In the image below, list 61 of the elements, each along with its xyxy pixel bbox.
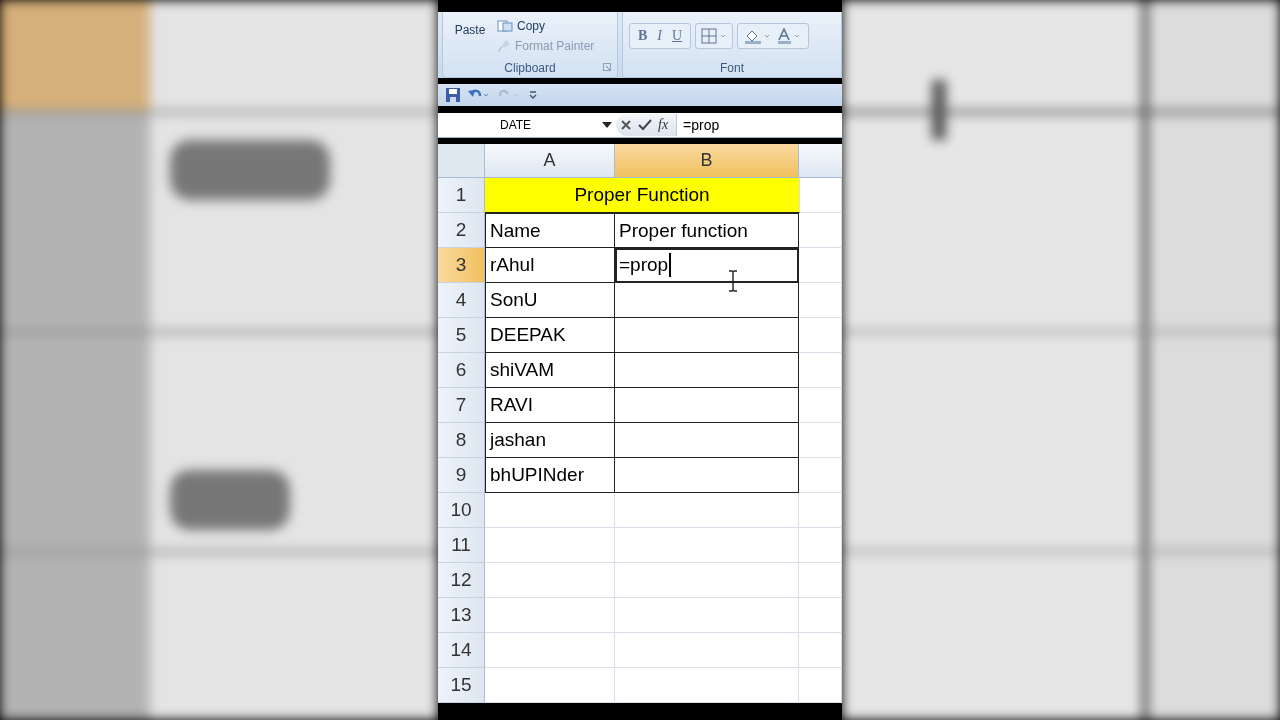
table-cell[interactable]	[615, 318, 799, 353]
row-header[interactable]: 2	[438, 213, 485, 248]
dropdown-arrow-icon[interactable]	[602, 122, 612, 128]
dialog-launcher-icon[interactable]	[603, 63, 611, 71]
insert-function-button[interactable]: fx	[658, 117, 669, 133]
table-cell[interactable]: bhUPINder	[485, 458, 615, 493]
customize-toolbar-icon[interactable]	[528, 90, 538, 100]
empty-cell[interactable]	[615, 493, 799, 528]
underline-button[interactable]: U	[669, 25, 686, 46]
table-cell[interactable]: jashan	[485, 423, 615, 458]
row-header[interactable]: 13	[438, 598, 485, 633]
borders-icon[interactable]	[701, 27, 728, 44]
table-cell[interactable]: rAhul	[485, 248, 615, 283]
table-cell[interactable]	[615, 353, 799, 388]
row-header[interactable]: 4	[438, 283, 485, 318]
copy-button[interactable]: Copy	[497, 18, 595, 33]
select-all-button[interactable]	[438, 144, 485, 178]
table-cell[interactable]: SonU	[485, 283, 615, 318]
name-box[interactable]: DATE	[438, 114, 616, 136]
table-cell[interactable]	[615, 423, 799, 458]
row-header[interactable]: 10	[438, 493, 485, 528]
row-header[interactable]: 14	[438, 633, 485, 668]
table-cell[interactable]	[615, 283, 799, 318]
row-header[interactable]: 9	[438, 458, 485, 493]
row-header[interactable]: 3	[438, 248, 485, 283]
row-header[interactable]: 7	[438, 388, 485, 423]
row-header[interactable]: 15	[438, 668, 485, 703]
save-icon[interactable]	[446, 88, 460, 102]
column-header[interactable]: B	[615, 144, 799, 178]
cancel-icon[interactable]	[620, 119, 632, 131]
paste-button[interactable]: Paste	[443, 21, 497, 38]
row-header[interactable]: 1	[438, 178, 485, 213]
checkmark-icon[interactable]	[638, 119, 652, 131]
group-label: Clipboard	[504, 61, 556, 75]
table-cell[interactable]: RAVI	[485, 388, 615, 423]
empty-cell[interactable]	[615, 528, 799, 563]
text-cursor-icon	[728, 270, 738, 292]
table-cell[interactable]: Proper function	[615, 213, 799, 248]
title-cell: Proper Function	[485, 178, 800, 213]
table-cell[interactable]	[615, 458, 799, 493]
column-header[interactable]	[799, 144, 842, 178]
bold-button[interactable]: B	[635, 25, 651, 46]
row-header[interactable]: 5	[438, 318, 485, 353]
table-cell[interactable]: DEEPAK	[485, 318, 615, 353]
group-label: Font	[720, 61, 744, 75]
table-cell[interactable]: Name	[485, 213, 615, 248]
row-header[interactable]: 12	[438, 563, 485, 598]
empty-cell[interactable]	[615, 633, 799, 668]
table-cell[interactable]	[615, 388, 799, 423]
row-header[interactable]: 11	[438, 528, 485, 563]
brush-icon	[497, 38, 511, 53]
empty-cell[interactable]	[615, 563, 799, 598]
empty-cell[interactable]	[615, 598, 799, 633]
column-header[interactable]: A	[485, 144, 615, 178]
row-header[interactable]: 8	[438, 423, 485, 458]
formula-field[interactable]: =prop	[677, 117, 720, 133]
copy-icon	[497, 19, 513, 32]
row-header[interactable]: 6	[438, 353, 485, 388]
table-cell[interactable]: shiVAM	[485, 353, 615, 388]
italic-button[interactable]: I	[654, 25, 665, 46]
editing-cell[interactable]: =prop	[615, 248, 799, 283]
